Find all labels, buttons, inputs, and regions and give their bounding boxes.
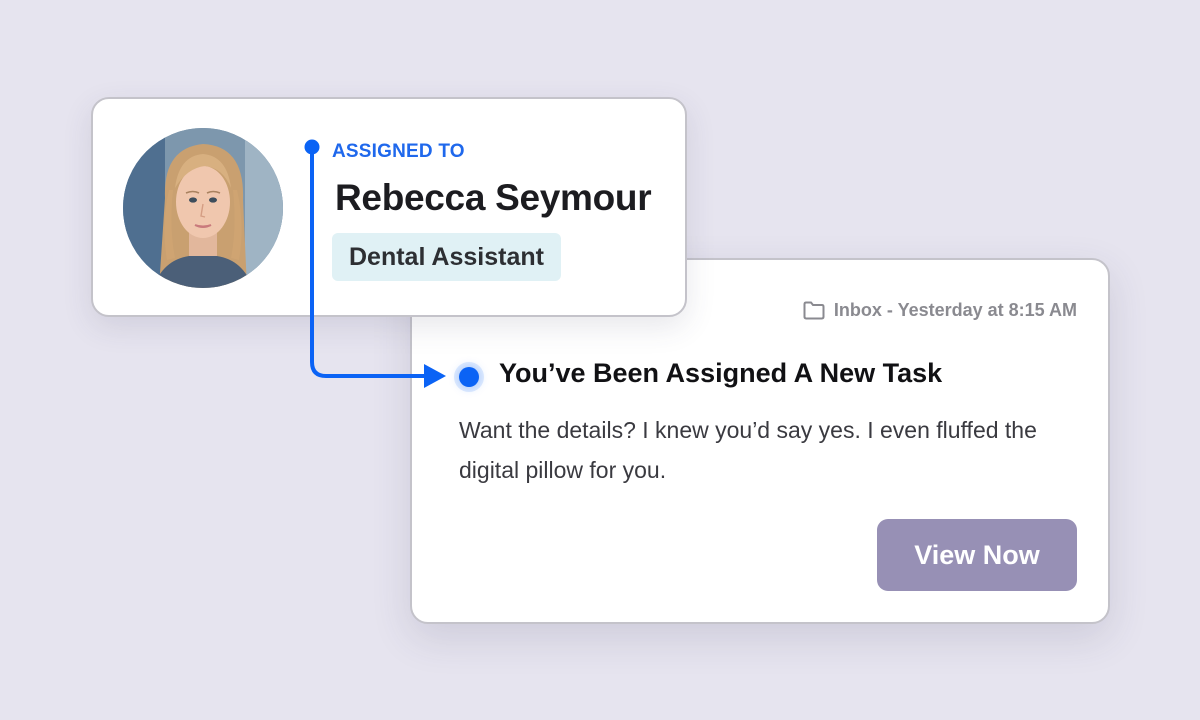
notification-meta: Inbox - Yesterday at 8:15 AM: [803, 300, 1077, 321]
notification-title: You’ve Been Assigned A New Task: [499, 358, 943, 388]
assignee-name: Rebecca Seymour: [335, 177, 652, 218]
unread-indicator: [459, 367, 479, 387]
notification-meta-text: Inbox - Yesterday at 8:15 AM: [833, 300, 1077, 320]
folder-icon: [803, 301, 825, 320]
assigned-to-label: ASSIGNED TO: [332, 141, 465, 162]
view-now-button[interactable]: View Now: [877, 519, 1077, 591]
avatar: [123, 128, 283, 288]
notification-body: Want the details? I knew you’d say yes. …: [459, 417, 1037, 483]
assignee-card: ASSIGNED TO Rebecca Seymour Dental Assis…: [91, 97, 687, 317]
role-badge: Dental Assistant: [332, 233, 561, 281]
